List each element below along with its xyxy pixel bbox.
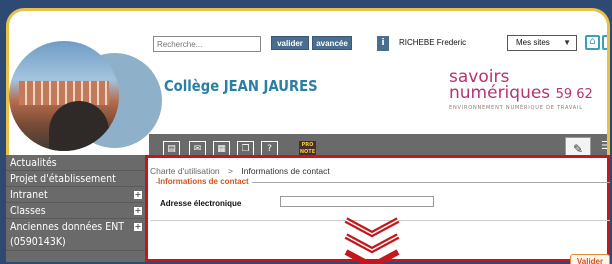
chevron-down-icon: ▼	[563, 38, 571, 47]
home-icon[interactable]: ⌂	[585, 35, 600, 50]
nav-item-label: Anciennes données ENT (0590143K)	[10, 220, 125, 248]
expand-icon[interactable]: +	[134, 191, 142, 199]
user-icon: i	[377, 36, 389, 51]
search-input[interactable]	[153, 36, 261, 52]
top-strip	[0, 0, 604, 8]
breadcrumb-separator: >	[228, 166, 234, 176]
menu-icon[interactable]: ☰	[601, 139, 607, 152]
nav-item-label: Actualités	[10, 156, 57, 169]
school-photo	[9, 41, 119, 151]
search-submit-button[interactable]: valider	[271, 36, 309, 50]
sites-select-value: Mes sites	[516, 38, 550, 47]
logo-numeriques: numériques 59 62	[449, 85, 593, 103]
user-name: RICHEBE Frederic	[399, 38, 467, 47]
nav-item-anciennes-donnees[interactable]: Anciennes données ENT (0590143K) +	[6, 219, 146, 251]
nav-item-intranet[interactable]: Intranet +	[6, 187, 146, 203]
logo-subtitle: ENVIRONNEMENT NUMÉRIQUE DE TRAVAIL	[449, 105, 583, 111]
scroll-down-chevrons-icon[interactable]	[342, 216, 402, 264]
email-field[interactable]	[280, 196, 434, 207]
breadcrumb: Charte d'utilisation > Informations de c…	[150, 166, 330, 176]
school-title: Collège JEAN JAURES	[164, 77, 318, 95]
contact-fieldset: Informations de contact Adresse électron…	[156, 177, 610, 212]
sites-select[interactable]: Mes sites ▼	[507, 35, 577, 51]
advanced-search-button[interactable]: avancée	[312, 36, 352, 50]
breadcrumb-root[interactable]: Charte d'utilisation	[150, 166, 220, 176]
nav-item-label: Projet d'établissement	[10, 172, 116, 185]
fieldset-legend: Informations de contact	[158, 177, 252, 186]
logo-numeriques-number: 59 62	[555, 87, 593, 102]
email-label: Adresse électronique	[160, 199, 242, 208]
utility-bar: valider avancée i RICHEBE Frederic Mes s…	[149, 31, 607, 52]
header-photo	[9, 31, 162, 166]
expand-icon[interactable]: +	[134, 207, 142, 215]
logo-numeriques-word: numériques	[449, 83, 551, 103]
help-circle-icon[interactable]: ?	[602, 35, 607, 50]
expand-icon[interactable]: +	[134, 223, 142, 231]
nav-item-actualites[interactable]: Actualités	[6, 155, 146, 171]
submit-button[interactable]: Valider	[570, 254, 610, 264]
nav-item-label: Intranet	[10, 188, 48, 201]
nav-item-label: Classes	[10, 204, 46, 217]
nav-item-projet[interactable]: Projet d'établissement	[6, 171, 146, 187]
nav-item-classes[interactable]: Classes +	[6, 203, 146, 219]
left-nav: Actualités Projet d'établissement Intran…	[6, 155, 146, 262]
breadcrumb-current: Informations de contact	[241, 166, 330, 176]
content-panel: Charte d'utilisation > Informations de c…	[145, 155, 610, 264]
